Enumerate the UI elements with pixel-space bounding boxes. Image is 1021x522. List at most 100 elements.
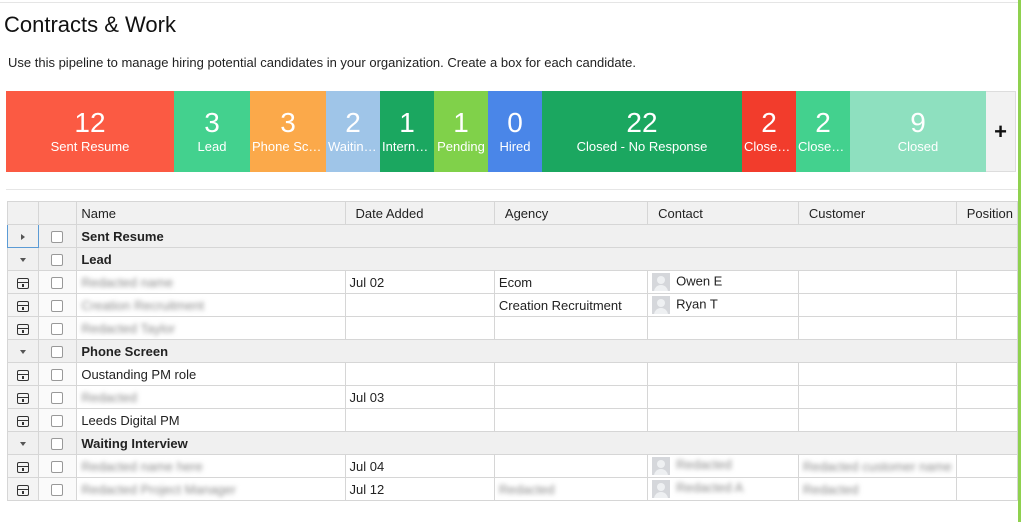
checkbox[interactable] [51, 300, 64, 313]
cell-name[interactable]: Leeds Digital PM [76, 408, 346, 432]
expand-toggle[interactable] [7, 339, 39, 363]
checkbox[interactable] [51, 438, 64, 451]
cell-name[interactable]: Redacted [76, 385, 346, 409]
cell-agency[interactable]: Ecom [493, 270, 649, 294]
cell-customer[interactable] [797, 270, 957, 294]
cell-agency[interactable] [493, 408, 649, 432]
cell-position[interactable] [955, 270, 1018, 294]
open-box-button[interactable] [7, 316, 39, 340]
group-row-sent-resume[interactable]: Sent Resume [7, 224, 1018, 248]
open-box-button[interactable] [7, 385, 39, 409]
checkbox[interactable] [51, 323, 64, 336]
column-header-customer[interactable]: Customer [797, 201, 957, 225]
checkbox[interactable] [51, 392, 64, 405]
checkbox[interactable] [51, 231, 64, 244]
cell-position[interactable] [955, 293, 1018, 317]
cell-position[interactable] [955, 316, 1018, 340]
open-box-button[interactable] [7, 270, 39, 294]
table-row[interactable]: Redacted Taylor [7, 316, 1018, 340]
stage-closed-other[interactable]: 2 Closed - Other [796, 91, 850, 172]
open-box-button[interactable] [7, 454, 39, 478]
cell-customer[interactable] [797, 362, 957, 386]
row-select[interactable] [37, 385, 78, 409]
cell-name[interactable]: Redacted name here [76, 454, 346, 478]
row-select[interactable] [37, 316, 78, 340]
cell-contact[interactable]: Redacted [647, 454, 799, 478]
cell-position[interactable] [955, 408, 1018, 432]
group-row-lead[interactable]: Lead [7, 247, 1018, 271]
table-row[interactable]: Creation Recruitment Creation Recruitmen… [7, 293, 1018, 317]
stage-closed[interactable]: 9 Closed [850, 91, 986, 172]
checkbox[interactable] [51, 277, 64, 290]
cell-name[interactable]: Redacted name [76, 270, 346, 294]
cell-position[interactable] [955, 362, 1018, 386]
cell-contact[interactable] [647, 385, 799, 409]
add-stage-button[interactable]: + [986, 91, 1016, 172]
row-select[interactable] [37, 362, 78, 386]
column-header-contact[interactable]: Contact [647, 201, 799, 225]
checkbox[interactable] [51, 346, 64, 359]
row-select[interactable] [37, 477, 78, 501]
cell-position[interactable] [955, 454, 1018, 478]
checkbox[interactable] [51, 415, 64, 428]
cell-agency[interactable] [493, 454, 649, 478]
group-select[interactable] [37, 431, 78, 455]
column-header-select[interactable] [37, 201, 78, 225]
expand-toggle[interactable] [7, 224, 39, 248]
stage-pending[interactable]: 1 Pending [434, 91, 488, 172]
stage-closed-no-response[interactable]: 22 Closed - No Response [542, 91, 742, 172]
row-select[interactable] [37, 270, 78, 294]
group-row-waiting-interview[interactable]: Waiting Interview [7, 431, 1018, 455]
table-row[interactable]: Leeds Digital PM [7, 408, 1018, 432]
cell-agency[interactable] [493, 385, 649, 409]
cell-agency[interactable]: Creation Recruitment [493, 293, 649, 317]
cell-position[interactable] [955, 477, 1018, 501]
cell-date-added[interactable] [344, 316, 495, 340]
cell-agency[interactable] [493, 316, 649, 340]
cell-position[interactable] [955, 385, 1018, 409]
open-box-button[interactable] [7, 293, 39, 317]
cell-date-added[interactable] [344, 408, 495, 432]
cell-contact[interactable] [647, 362, 799, 386]
stage-closed-lost[interactable]: 2 Closed - Lost [742, 91, 796, 172]
cell-name[interactable]: Redacted Project Manager [76, 477, 346, 501]
cell-contact[interactable]: Owen E [647, 270, 799, 294]
stage-waiting-interview[interactable]: 2 Waiting Interview [326, 91, 380, 172]
cell-agency[interactable] [493, 362, 649, 386]
cell-customer[interactable]: Redacted customer name [797, 454, 957, 478]
stage-internal-interview[interactable]: 1 Internal Interview [380, 91, 434, 172]
cell-agency[interactable]: Redacted [493, 477, 649, 501]
cell-name[interactable]: Creation Recruitment [76, 293, 346, 317]
cell-customer[interactable] [797, 316, 957, 340]
cell-date-added[interactable]: Jul 03 [344, 385, 495, 409]
checkbox[interactable] [51, 461, 64, 474]
cell-date-added[interactable]: Jul 04 [344, 454, 495, 478]
stage-hired[interactable]: 0 Hired [488, 91, 542, 172]
stage-phone-screen[interactable]: 3 Phone Screen [250, 91, 326, 172]
group-row-phone-screen[interactable]: Phone Screen [7, 339, 1018, 363]
cell-customer[interactable]: Redacted [797, 477, 957, 501]
table-row[interactable]: Redacted Jul 03 [7, 385, 1018, 409]
cell-date-added[interactable]: Jul 12 [344, 477, 495, 501]
column-header-position[interactable]: Position [955, 201, 1018, 225]
row-select[interactable] [37, 293, 78, 317]
table-row[interactable]: Redacted name here Jul 04 Redacted Redac… [7, 454, 1018, 478]
cell-date-added[interactable] [344, 362, 495, 386]
cell-customer[interactable] [797, 408, 957, 432]
open-box-button[interactable] [7, 408, 39, 432]
cell-contact[interactable]: Redacted A [647, 477, 799, 501]
column-header-name[interactable]: Name [76, 201, 346, 225]
cell-contact[interactable]: Ryan T [647, 293, 799, 317]
cell-customer[interactable] [797, 385, 957, 409]
expand-toggle[interactable] [7, 247, 39, 271]
row-select[interactable] [37, 408, 78, 432]
cell-contact[interactable] [647, 316, 799, 340]
group-select[interactable] [37, 224, 78, 248]
row-select[interactable] [37, 454, 78, 478]
cell-customer[interactable] [797, 293, 957, 317]
table-row[interactable]: Redacted Project Manager Jul 12 Redacted… [7, 477, 1018, 501]
open-box-button[interactable] [7, 362, 39, 386]
cell-contact[interactable] [647, 408, 799, 432]
column-header-agency[interactable]: Agency [493, 201, 649, 225]
table-row[interactable]: Redacted name Jul 02 Ecom Owen E [7, 270, 1018, 294]
